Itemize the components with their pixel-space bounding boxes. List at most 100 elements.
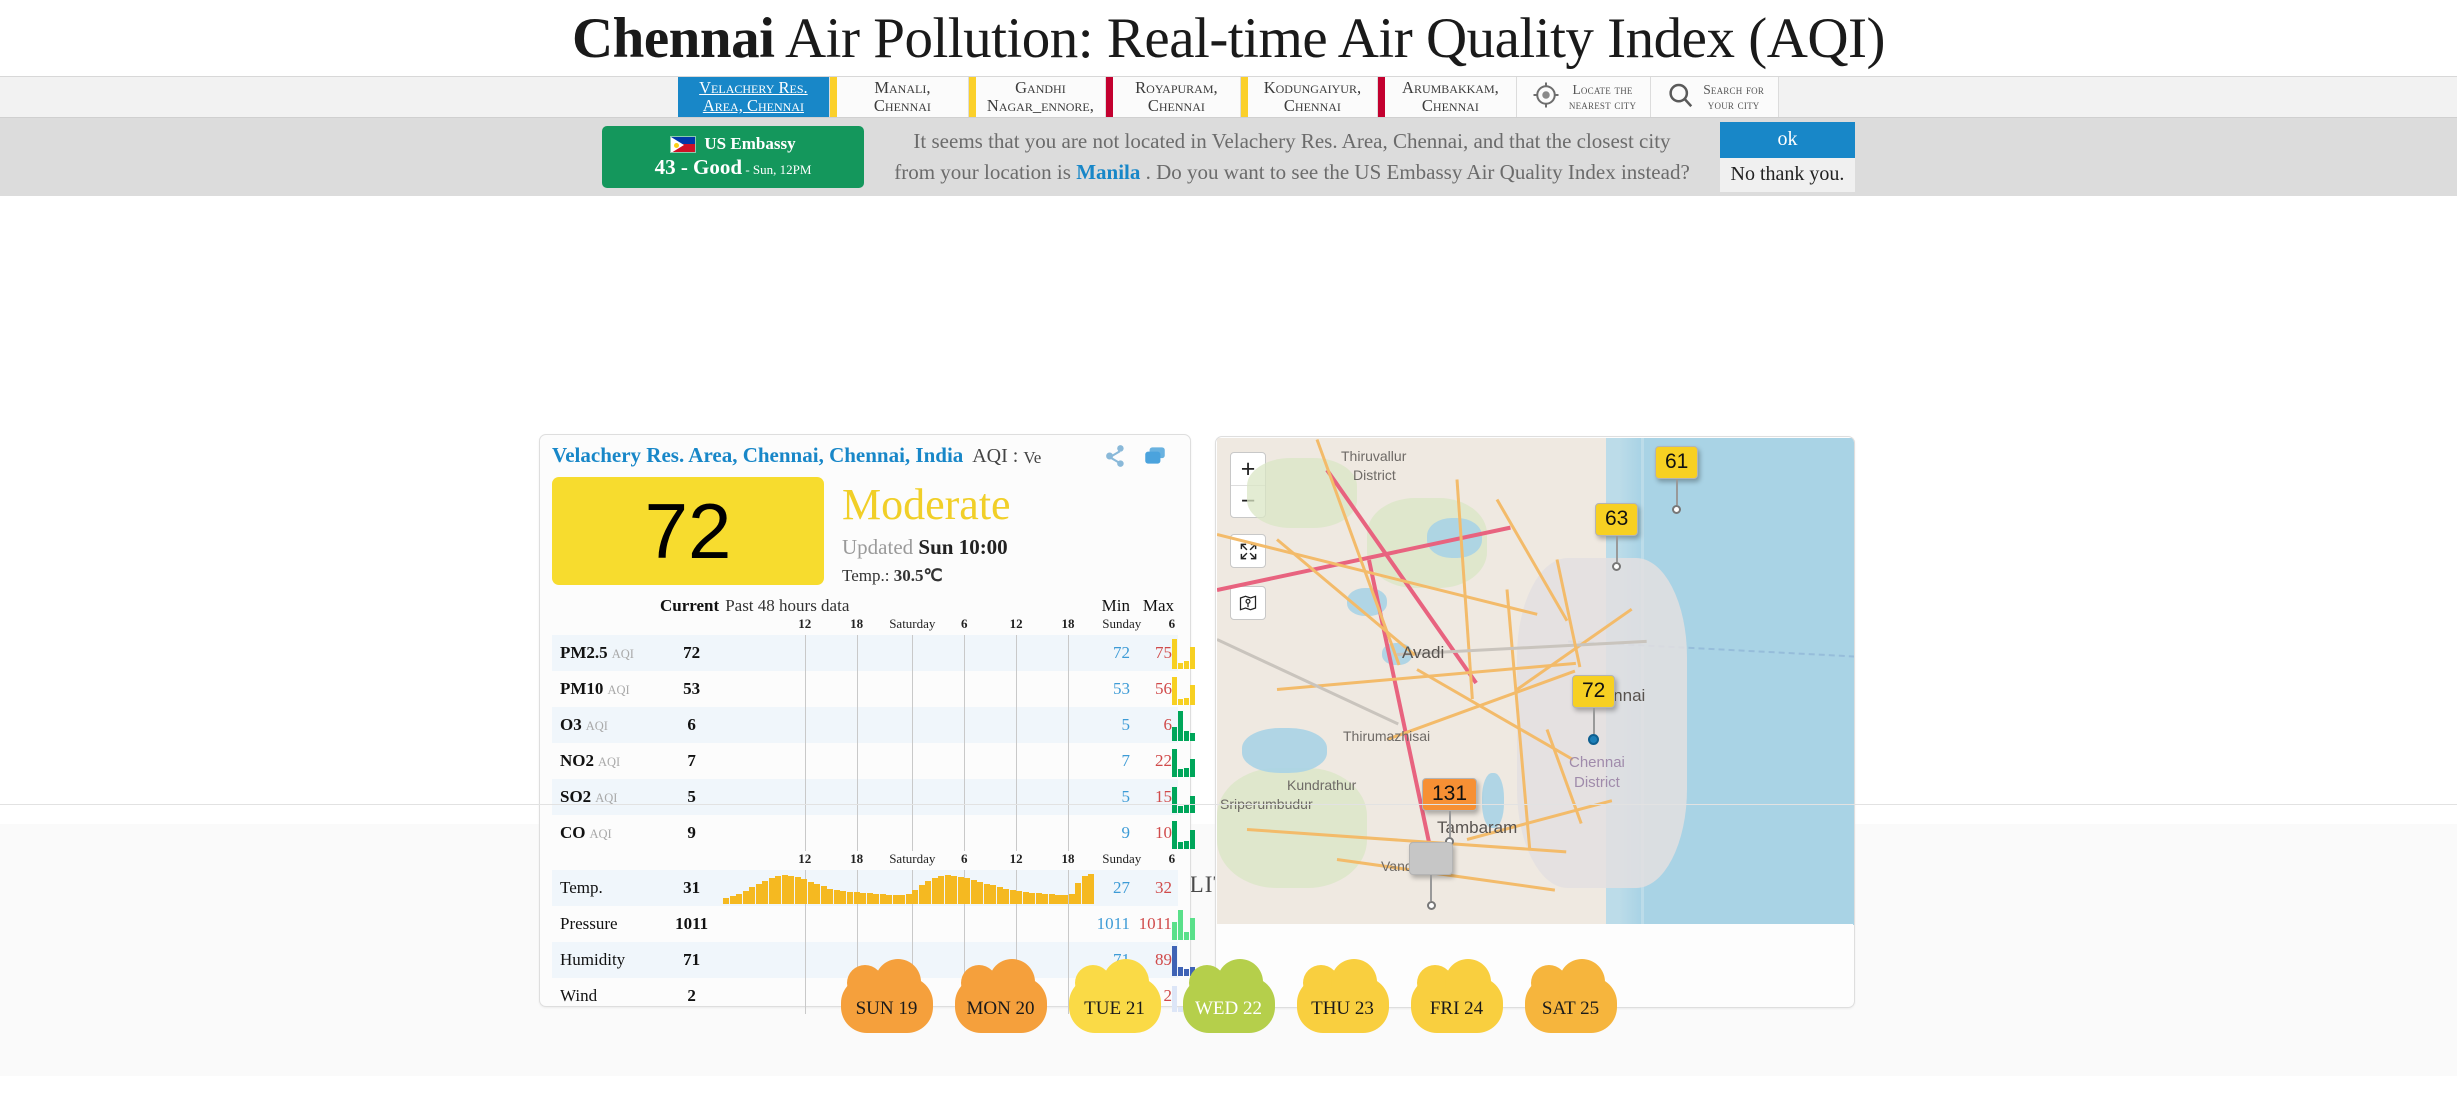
axis-tick: Saturday xyxy=(889,616,935,632)
tab-separator-red xyxy=(1378,77,1385,117)
forecast-day-2[interactable]: TUE 21 xyxy=(1069,959,1161,1033)
tab-label-line2: Chennai xyxy=(1135,97,1217,115)
row-name-cell: COAQI xyxy=(552,815,660,851)
row-current-value: 1011 xyxy=(660,906,723,942)
chart-axis: 1218Saturday61218Sunday6 xyxy=(723,616,1094,635)
tab-city-4[interactable]: Kodungaiyur,Chennai xyxy=(1248,77,1378,117)
ok-button[interactable]: ok xyxy=(1720,122,1855,158)
map-marker-value xyxy=(1409,842,1453,875)
tool-label: Locate thenearest city xyxy=(1569,82,1636,112)
header-current: Current xyxy=(660,596,723,616)
page-title: Chennai Air Pollution: Real-time Air Qua… xyxy=(0,0,2457,76)
pollutant-table: Current Past 48 hours data Min Max 1218S… xyxy=(552,596,1178,1014)
chart-gridlines xyxy=(723,906,1094,942)
tool-locate-nearest-city[interactable]: Locate thenearest city xyxy=(1517,77,1651,117)
forecast-day-label: THU 23 xyxy=(1311,998,1374,1033)
forecast-day-0[interactable]: SUN 19 xyxy=(841,959,933,1033)
tab-city-3[interactable]: Royapuram,Chennai xyxy=(1113,77,1241,117)
row-pollutant-name: Pressure xyxy=(560,914,618,933)
tab-city-0[interactable]: Velachery Res.Area, Chennai xyxy=(678,77,830,117)
no-thank-you-button[interactable]: No thank you. xyxy=(1720,158,1855,192)
row-chart-cell xyxy=(723,743,1094,779)
row-current-value: 71 xyxy=(660,942,723,978)
table-row[interactable]: NO2AQI7722 xyxy=(552,743,1178,779)
row-pollutant-name: Humidity xyxy=(560,950,625,969)
section-divider xyxy=(0,804,2457,805)
closest-city-link[interactable]: Manila xyxy=(1076,160,1140,184)
row-current-value: 53 xyxy=(660,671,723,707)
row-chart-cell xyxy=(723,815,1094,851)
map-aqi-marker[interactable]: 72 xyxy=(1572,675,1615,745)
aqi-updated: Updated Sun 10:00 xyxy=(842,535,1011,560)
map-marker-stem xyxy=(1593,708,1595,734)
tab-city-2[interactable]: GandhiNagar_ennore, xyxy=(976,77,1106,117)
station-name[interactable]: Velachery Res. Area, Chennai, Chennai, I… xyxy=(552,443,963,467)
table-row[interactable]: Pressure101110111011 xyxy=(552,906,1178,942)
forecast-day-label: SAT 25 xyxy=(1542,998,1599,1033)
header-max: Max xyxy=(1136,596,1178,616)
notice-message: It seems that you are not located in Vel… xyxy=(892,126,1692,188)
forecast-day-label: MON 20 xyxy=(966,998,1034,1033)
aqi-temp-label: Temp.: xyxy=(842,566,894,585)
us-embassy-card[interactable]: US Embassy 43 - Good - Sun, 12PM xyxy=(602,126,864,188)
chart-axis: 1218Saturday61218Sunday6 xyxy=(723,851,1094,870)
axis-label-row: 1218Saturday61218Sunday6 xyxy=(552,851,1178,870)
tab-label-line1: Velachery Res. xyxy=(699,79,808,97)
map-aqi-marker[interactable]: 63 xyxy=(1595,503,1638,571)
row-min-value: 1011 xyxy=(1094,906,1136,942)
map-canvas[interactable]: + − ThiruvallurDistrictAvadiChennaiThiru… xyxy=(1217,438,1855,925)
header-min: Min xyxy=(1094,596,1136,616)
tab-label-line2: Area, Chennai xyxy=(699,97,808,115)
row-unit: AQI xyxy=(607,683,629,697)
search-icon xyxy=(1665,80,1695,115)
map-marker-value: 63 xyxy=(1595,503,1638,536)
forecast-day-label: SUN 19 xyxy=(856,998,918,1033)
table-row[interactable]: Temp.312732 xyxy=(552,870,1178,906)
tab-city-5[interactable]: Arumbakkam,Chennai xyxy=(1385,77,1517,117)
axis-tick: 6 xyxy=(961,851,968,867)
table-header-row: Current Past 48 hours data Min Max xyxy=(552,596,1178,616)
tab-separator-yellow xyxy=(1241,77,1248,117)
forecast-day-3[interactable]: WED 22 xyxy=(1183,959,1275,1033)
axis-label-row: 1218Saturday61218Sunday6 xyxy=(552,616,1178,635)
map-place-label: District xyxy=(1574,774,1620,791)
table-row[interactable]: SO2AQI5515 xyxy=(552,779,1178,815)
tool-search-city[interactable]: Search foryour city xyxy=(1651,77,1779,117)
forecast-days: SUN 19 MON 20 TUE 21 WED 22 THU 23 FRI 24 SAT … xyxy=(0,959,2457,1033)
forecast-day-6[interactable]: SAT 25 xyxy=(1525,959,1617,1033)
forecast-day-label: FRI 24 xyxy=(1430,998,1483,1033)
crosshair-icon xyxy=(1531,80,1561,115)
tab-separator-red xyxy=(1106,77,1113,117)
row-chart-cell xyxy=(723,779,1094,815)
row-pollutant-name: Wind xyxy=(560,986,597,1005)
row-current-value: 9 xyxy=(660,815,723,851)
forecast-day-1[interactable]: MON 20 xyxy=(955,959,1047,1033)
table-row[interactable]: COAQI9910 xyxy=(552,815,1178,851)
row-pollutant-name: PM2.5 xyxy=(560,643,608,662)
share-icon[interactable] xyxy=(1102,443,1128,469)
row-name-cell: O3AQI xyxy=(552,707,660,743)
map-aqi-marker[interactable] xyxy=(1409,842,1453,910)
layers-icon[interactable] xyxy=(1142,443,1168,469)
us-embassy-label: US Embassy xyxy=(704,134,795,154)
map-aqi-marker[interactable]: 131 xyxy=(1422,778,1477,846)
forecast-day-5[interactable]: FRI 24 xyxy=(1411,959,1503,1033)
map-layers-button[interactable] xyxy=(1230,586,1266,620)
axis-tick: 12 xyxy=(798,851,811,867)
map-place-label: Chennai xyxy=(1569,754,1625,771)
forecast-day-4[interactable]: THU 23 xyxy=(1297,959,1389,1033)
tab-city-1[interactable]: Manali, Chennai xyxy=(837,77,969,117)
map-marker-value: 61 xyxy=(1655,446,1698,479)
table-row[interactable]: O3AQI656 xyxy=(552,707,1178,743)
map-aqi-marker[interactable]: 61 xyxy=(1655,446,1698,514)
table-row[interactable]: PM10AQI535356 xyxy=(552,671,1178,707)
aqi-word: AQI xyxy=(968,445,1007,467)
row-current-value: 2 xyxy=(660,978,723,1014)
row-sparkline xyxy=(1172,787,1195,813)
row-name-cell: PM2.5AQI xyxy=(552,635,660,671)
header-past-hours: Past 48 hours data xyxy=(723,596,1094,616)
aqi-summary: 72 Moderate Updated Sun 10:00 Temp.: 30.… xyxy=(540,471,1190,586)
row-pollutant-name: NO2 xyxy=(560,751,594,770)
axis-tick: 6 xyxy=(1169,851,1176,867)
table-row[interactable]: PM2.5AQI727275 xyxy=(552,635,1178,671)
